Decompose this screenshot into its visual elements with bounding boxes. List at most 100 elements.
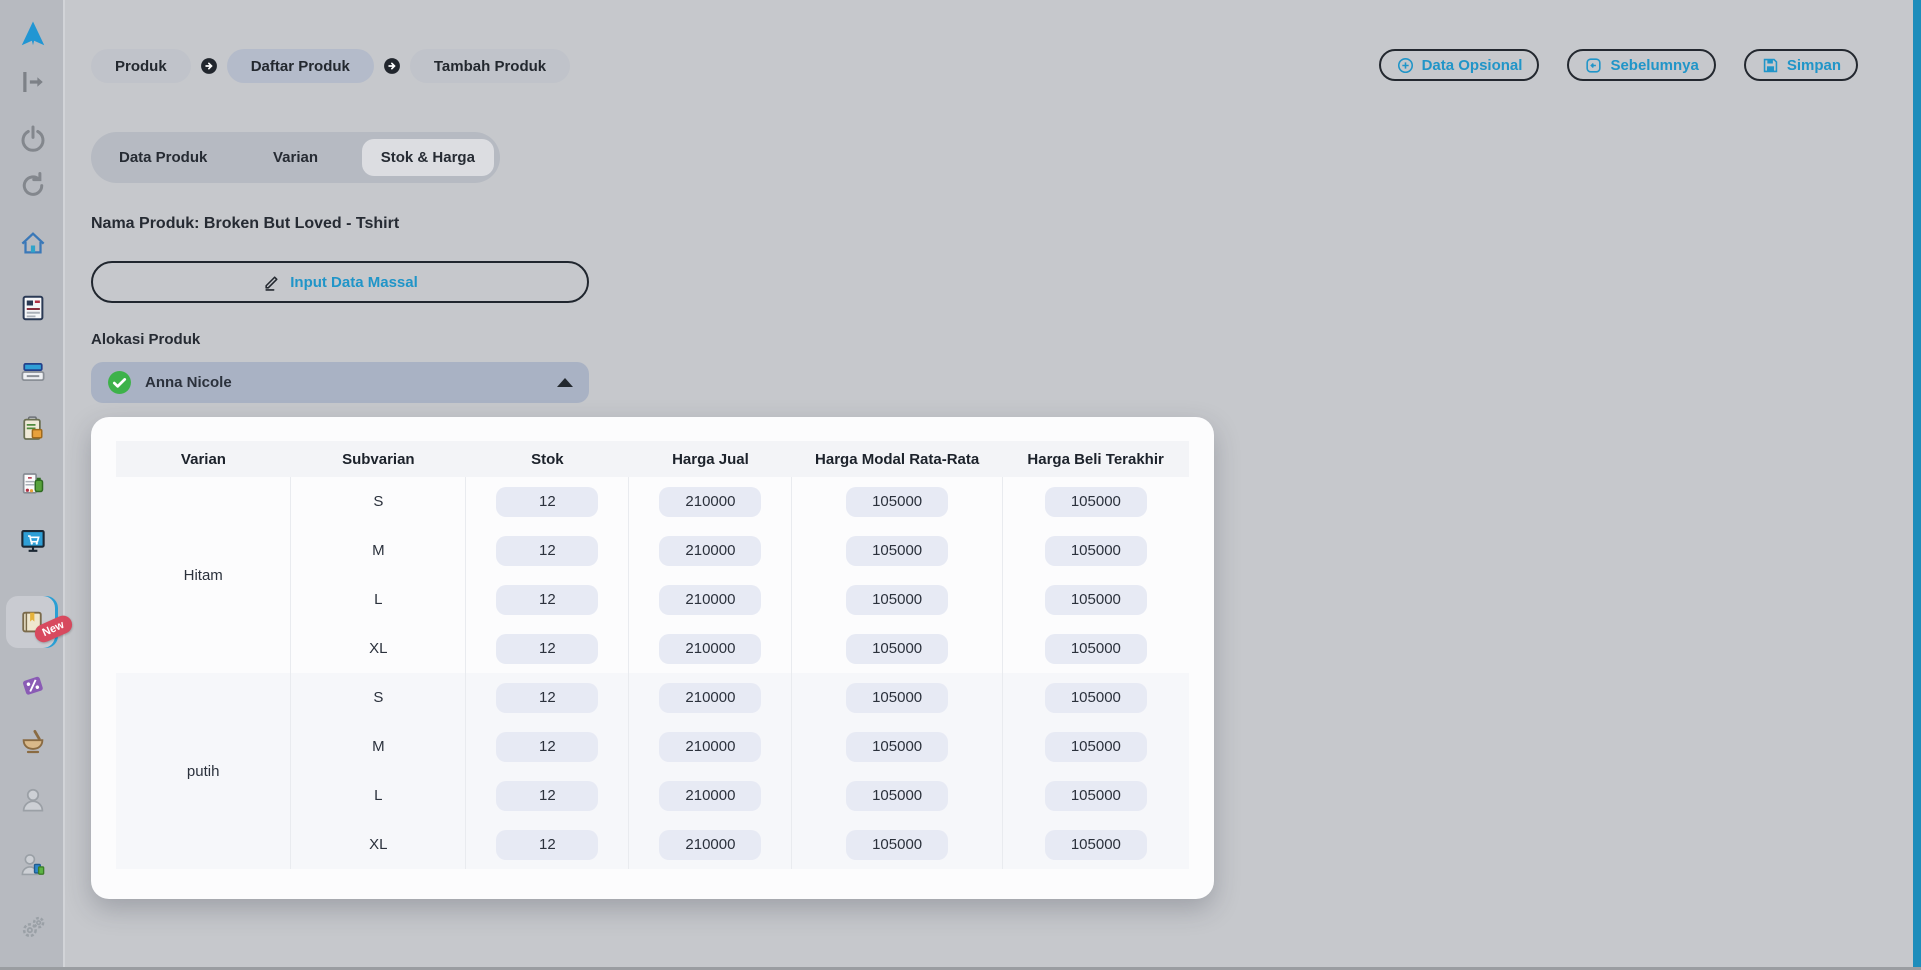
sebelumnya-button[interactable]: Sebelumnya — [1567, 49, 1716, 81]
tab-data-produk[interactable]: Data Produk — [97, 139, 229, 176]
sidebar-item-cashier[interactable] — [0, 352, 65, 392]
save-floppy-icon — [1763, 58, 1778, 72]
breadcrumb-produk[interactable]: Produk — [91, 49, 191, 83]
harga-jual-input[interactable]: 210000 — [659, 633, 762, 664]
home-icon — [21, 232, 44, 254]
tab-varian[interactable]: Varian — [229, 139, 361, 176]
sidebar-item-supplier[interactable] — [0, 845, 65, 885]
data-opsional-label: Data Opsional — [1421, 56, 1523, 74]
stock-price-card: Varian Subvarian Stok Harga Jual Harga M… — [91, 417, 1214, 899]
col-harga-modal: Harga Modal Rata-Rata — [791, 441, 1003, 477]
col-varian: Varian — [116, 441, 291, 477]
subvarian-cell: XL — [290, 820, 467, 869]
brand-logo-icon — [21, 21, 44, 46]
vertical-scrollbar[interactable] — [1913, 0, 1921, 970]
sidebar-item-discount[interactable] — [0, 666, 65, 706]
harga-beli-input[interactable]: 105000 — [1044, 780, 1147, 811]
mortar-pestle-icon — [22, 730, 43, 754]
tab-stok-harga[interactable]: Stok & Harga — [361, 139, 494, 176]
harga-beli-input[interactable]: 105000 — [1044, 584, 1147, 615]
form-tabs: Data Produk Varian Stok & Harga — [91, 132, 500, 183]
stok-input[interactable]: 12 — [496, 682, 599, 713]
harga-modal-input[interactable]: 105000 — [846, 535, 949, 566]
chevron-up-icon[interactable] — [557, 378, 573, 387]
harga-modal-input[interactable]: 105000 — [846, 486, 949, 517]
header-actions: Data Opsional Sebelumnya Simpan — [1378, 49, 1858, 81]
stok-input[interactable]: 12 — [496, 731, 599, 762]
harga-beli-input[interactable]: 105000 — [1044, 633, 1147, 664]
breadcrumb-tambah-produk[interactable]: Tambah Produk — [409, 49, 571, 83]
sidebar-item-home[interactable] — [0, 223, 65, 263]
table-row: Hitam S 12 210000 105000 105000 — [116, 477, 1189, 673]
harga-modal-input[interactable]: 105000 — [846, 682, 949, 713]
alokasi-selected-value: Anna Nicole — [145, 374, 232, 391]
table-header-row: Varian Subvarian Stok Harga Jual Harga M… — [116, 441, 1189, 477]
sidebar-item-pharmacy[interactable] — [0, 464, 65, 504]
cash-register-icon — [21, 363, 44, 381]
logout-icon — [22, 72, 43, 92]
varian-cell: putih — [116, 673, 292, 869]
input-data-massal-label: Input Data Massal — [290, 273, 418, 291]
stok-input[interactable]: 12 — [496, 780, 599, 811]
alokasi-produk-select[interactable]: Anna Nicole — [91, 362, 589, 403]
data-opsional-button[interactable]: Data Opsional — [1378, 49, 1540, 81]
col-stok: Stok — [465, 441, 629, 477]
sidebar-item-catalog[interactable]: New — [6, 596, 75, 648]
col-harga-beli: Harga Beli Terakhir — [1002, 441, 1189, 477]
sidebar-item-customer[interactable] — [0, 780, 65, 820]
harga-modal-input[interactable]: 105000 — [846, 633, 949, 664]
discount-tag-icon — [22, 676, 43, 695]
sidebar: New — [0, 0, 75, 970]
customer-icon — [22, 788, 43, 812]
stok-input[interactable]: 12 — [496, 486, 599, 517]
sidebar-item-brand[interactable] — [0, 14, 65, 54]
subvarian-cell: M — [290, 722, 467, 771]
subvarian-cell: L — [290, 771, 467, 820]
harga-beli-input[interactable]: 105000 — [1044, 731, 1147, 762]
check-circle-icon — [107, 370, 132, 395]
sidebar-item-settings[interactable] — [0, 907, 65, 947]
sidebar-item-online-store[interactable] — [0, 521, 65, 561]
harga-modal-input[interactable]: 105000 — [846, 780, 949, 811]
harga-jual-input[interactable]: 210000 — [659, 535, 762, 566]
product-name-label: Nama Produk: Broken But Loved - Tshirt — [91, 215, 400, 232]
stok-input[interactable]: 12 — [496, 633, 599, 664]
varian-cell: Hitam — [116, 477, 292, 673]
harga-beli-input[interactable]: 105000 — [1044, 535, 1147, 566]
sidebar-item-logout[interactable] — [0, 62, 65, 102]
harga-beli-input[interactable]: 105000 — [1044, 682, 1147, 713]
sidebar-item-refresh[interactable] — [0, 165, 65, 205]
breadcrumb-arrow-icon — [383, 58, 400, 74]
input-data-massal-button[interactable]: Input Data Massal — [91, 261, 589, 303]
sidebar-item-power[interactable] — [0, 118, 65, 158]
harga-jual-input[interactable]: 210000 — [659, 829, 762, 860]
subvarian-cell: S — [290, 477, 467, 526]
harga-modal-input[interactable]: 105000 — [846, 829, 949, 860]
pharmacy-document-icon — [22, 473, 43, 494]
subvarian-cell: L — [290, 575, 467, 624]
col-subvarian: Subvarian — [290, 441, 466, 477]
harga-modal-input[interactable]: 105000 — [846, 731, 949, 762]
harga-jual-input[interactable]: 210000 — [659, 780, 762, 811]
refresh-icon — [22, 172, 43, 196]
subvarian-cell: XL — [290, 624, 467, 673]
table-row: putih S 12 210000 105000 105000 — [116, 673, 1189, 869]
simpan-button[interactable]: Simpan — [1743, 49, 1858, 81]
arrow-left-square-icon — [1586, 57, 1602, 73]
stok-input[interactable]: 12 — [496, 535, 599, 566]
stok-input[interactable]: 12 — [496, 584, 599, 615]
sidebar-item-news[interactable] — [0, 288, 65, 328]
harga-jual-input[interactable]: 210000 — [659, 486, 762, 517]
col-harga-jual: Harga Jual — [628, 441, 792, 477]
harga-modal-input[interactable]: 105000 — [846, 584, 949, 615]
sidebar-item-orders[interactable] — [0, 409, 65, 449]
harga-jual-input[interactable]: 210000 — [659, 682, 762, 713]
pencil-icon — [265, 276, 278, 291]
harga-beli-input[interactable]: 105000 — [1044, 829, 1147, 860]
harga-jual-input[interactable]: 210000 — [659, 731, 762, 762]
sidebar-item-compound[interactable] — [0, 722, 65, 762]
stok-input[interactable]: 12 — [496, 829, 599, 860]
harga-jual-input[interactable]: 210000 — [659, 584, 762, 615]
breadcrumb-daftar-produk[interactable]: Daftar Produk — [226, 49, 374, 83]
harga-beli-input[interactable]: 105000 — [1044, 486, 1147, 517]
